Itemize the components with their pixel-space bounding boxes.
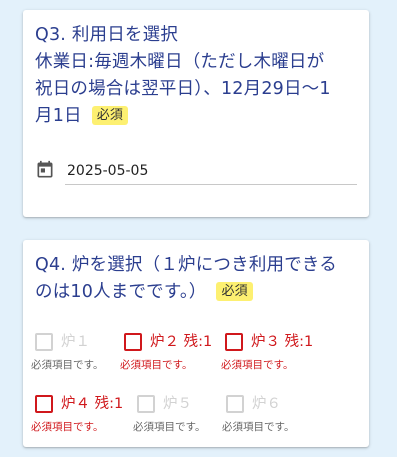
question-title-text: のは10人までです。） — [35, 282, 207, 302]
error-text: 必須項目です。 — [221, 359, 294, 371]
question-title-text: 月1日 — [35, 106, 82, 126]
furo-label: 炉４ 残:1 — [61, 396, 124, 412]
question-title-line: Q4. 炉を選択（１炉につき利用できる — [35, 255, 337, 275]
error-text: 必須項目です。 — [133, 421, 206, 433]
furo-label: 炉１ — [61, 334, 90, 350]
checkbox[interactable] — [137, 395, 155, 413]
question-card-q4: Q4. 炉を選択（１炉につき利用できる のは10人までです。） 必須 炉１ 必須項… — [23, 240, 369, 447]
furo-label: 炉２ 残:1 — [150, 334, 213, 350]
error-text: 必須項目です。 — [120, 359, 193, 371]
checkbox[interactable] — [35, 395, 53, 413]
error-text: 必須項目です。 — [31, 421, 104, 433]
question-title-line-last: のは10人までです。） 必須 — [35, 279, 357, 306]
question-title-q4: Q4. 炉を選択（１炉につき利用できる のは10人までです。） 必須 — [35, 252, 357, 306]
question-title-line-last: 月1日 必須 — [35, 103, 357, 130]
checkbox[interactable] — [226, 395, 244, 413]
checkbox[interactable] — [35, 333, 53, 351]
question-title-line: Q3. 利用日を選択 — [35, 25, 179, 45]
error-text: 必須項目です。 — [222, 421, 295, 433]
error-text: 必須項目です。 — [31, 359, 104, 371]
furo-label: 炉６ — [252, 396, 281, 412]
date-field-row — [35, 158, 357, 188]
checkbox[interactable] — [124, 333, 142, 351]
required-badge: 必須 — [216, 282, 253, 301]
required-badge: 必須 — [91, 106, 129, 125]
question-title-line: 休業日:毎週木曜日（ただし木曜日が — [35, 52, 325, 72]
furo-option-3: 炉３ 残:1 必須項目です。 — [221, 329, 331, 379]
question-card-q3: Q3. 利用日を選択 休業日:毎週木曜日（ただし木曜日が 祝日の場合は翌平日）、… — [23, 10, 369, 217]
question-title-q3: Q3. 利用日を選択 休業日:毎週木曜日（ただし木曜日が 祝日の場合は翌平日）、… — [35, 22, 357, 130]
date-input[interactable] — [65, 158, 357, 185]
checkbox[interactable] — [225, 333, 243, 351]
furo-option-2: 炉２ 残:1 必須項目です。 — [120, 329, 230, 379]
furo-option-4: 炉４ 残:1 必須項目です。 — [31, 391, 141, 441]
calendar-icon[interactable] — [35, 160, 55, 180]
furo-label: 炉５ — [163, 396, 192, 412]
furo-label: 炉３ 残:1 — [251, 334, 314, 350]
furo-option-6: 炉６ 必須項目です。 — [222, 391, 332, 441]
question-title-line: 祝日の場合は翌平日）、12月29日〜1 — [35, 79, 331, 99]
